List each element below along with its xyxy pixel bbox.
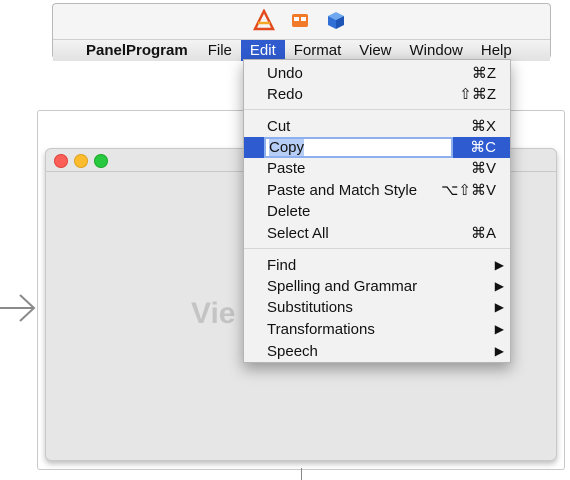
menu-item-label: Delete xyxy=(267,203,311,220)
entry-point-arrow-icon xyxy=(0,294,36,322)
menu-item-label: Speech xyxy=(267,343,318,360)
menu-item-substitutions[interactable]: Substitutions ▶ xyxy=(244,297,510,318)
menu-view[interactable]: View xyxy=(350,40,400,61)
menu-item-spelling-grammar[interactable]: Spelling and Grammar ▶ xyxy=(244,276,510,297)
menu-item-label: Copy xyxy=(269,139,305,156)
submenu-arrow-icon: ▶ xyxy=(494,258,504,272)
menu-help[interactable]: Help xyxy=(472,40,521,61)
menu-item-label: Cut xyxy=(267,118,291,135)
close-button[interactable] xyxy=(54,154,68,168)
main-menu-preview: PanelProgram File Edit Format View Windo… xyxy=(52,3,551,61)
menu-item-label: Undo xyxy=(267,65,303,82)
menu-item-label: Find xyxy=(267,257,297,274)
shortcut-label: ⌘X xyxy=(470,118,496,135)
menu-item-find[interactable]: Find ▶ xyxy=(244,255,510,276)
menu-item-select-all[interactable]: Select All ⌘A xyxy=(244,223,510,244)
shortcut-label: ⌘Z xyxy=(471,65,496,82)
menu-item-label: Spelling and Grammar xyxy=(267,278,418,295)
scene-connector xyxy=(301,468,302,480)
menu-item-redo[interactable]: Redo ⇧⌘Z xyxy=(244,84,510,105)
shortcut-label: ⌘V xyxy=(470,160,496,177)
menu-app-name[interactable]: PanelProgram xyxy=(53,40,199,61)
shortcut-label: ⌘A xyxy=(470,225,496,242)
menu-item-speech[interactable]: Speech ▶ xyxy=(244,341,510,362)
menu-window[interactable]: Window xyxy=(401,40,472,61)
menu-item-label: Select All xyxy=(267,225,329,242)
shortcut-label: ⌘C xyxy=(470,139,496,156)
menu-separator xyxy=(244,248,510,249)
submenu-arrow-icon: ▶ xyxy=(494,300,504,314)
menu-item-label: Paste and Match Style xyxy=(267,182,418,199)
menu-edit[interactable]: Edit xyxy=(240,40,285,61)
view-placeholder-label: Vie xyxy=(191,297,236,330)
menu-item-label: Substitutions xyxy=(267,299,353,316)
submenu-arrow-icon: ▶ xyxy=(494,344,504,358)
menu-item-label: Transformations xyxy=(267,321,375,338)
zoom-button[interactable] xyxy=(94,154,108,168)
menu-item-label: Paste xyxy=(267,160,306,177)
scene-dock xyxy=(253,8,347,32)
edit-menu-dropdown: Undo ⌘Z Redo ⇧⌘Z Cut ⌘X Copy ⌘C Paste ⌘V… xyxy=(243,59,511,363)
app-store-icon[interactable] xyxy=(253,9,275,31)
shortcut-label: ⇧⌘Z xyxy=(459,86,496,103)
shortcut-label: ⌥⇧⌘V xyxy=(441,182,496,199)
menu-item-title-editor[interactable]: Copy xyxy=(264,137,453,158)
menu-item-undo[interactable]: Undo ⌘Z xyxy=(244,63,510,84)
menu-item-label: Redo xyxy=(267,86,303,103)
menubar: PanelProgram File Edit Format View Windo… xyxy=(53,39,550,61)
cube-icon[interactable] xyxy=(325,9,347,31)
menu-separator xyxy=(244,109,510,110)
menu-item-transformations[interactable]: Transformations ▶ xyxy=(244,319,510,340)
menu-item-paste[interactable]: Paste ⌘V xyxy=(244,158,510,179)
minimize-button[interactable] xyxy=(74,154,88,168)
menu-item-cut[interactable]: Cut ⌘X xyxy=(244,116,510,137)
menu-file[interactable]: File xyxy=(199,40,241,61)
submenu-arrow-icon: ▶ xyxy=(494,322,504,336)
submenu-arrow-icon: ▶ xyxy=(494,279,504,293)
menu-item-delete[interactable]: Delete xyxy=(244,201,510,222)
menu-format[interactable]: Format xyxy=(285,40,351,61)
menu-item-copy[interactable]: Copy ⌘C xyxy=(244,137,510,158)
menu-item-paste-match-style[interactable]: Paste and Match Style ⌥⇧⌘V xyxy=(244,180,510,201)
box-icon[interactable] xyxy=(289,9,311,31)
